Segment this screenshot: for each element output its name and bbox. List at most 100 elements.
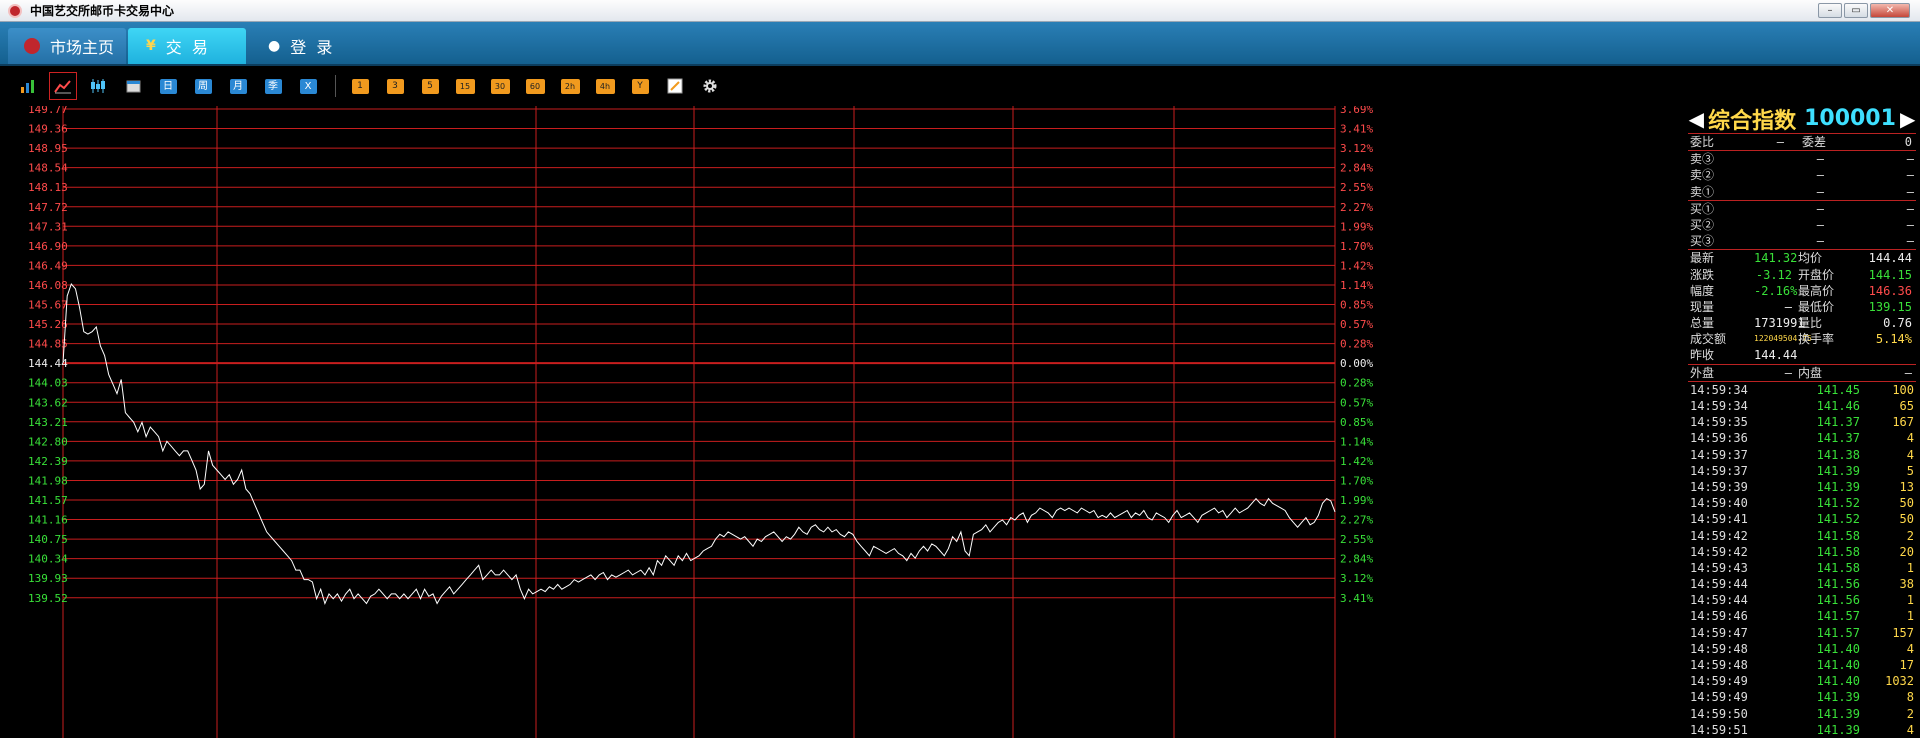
y-right-tick-label: 3.12% [1340,572,1373,585]
tick-row: 14:59:46 141.57 1 [1688,608,1916,624]
y-left-tick-label: 139.52 [28,592,68,605]
tab-trade[interactable]: ¥ 交 易 [128,28,246,64]
calendar-button[interactable] [119,72,147,100]
line-chart-button[interactable] [49,72,77,100]
webi-value: — [1776,135,1784,149]
tick-price: 141.52 [1816,496,1860,511]
stat-label [1792,347,1862,363]
tick-row: 14:59:48 141.40 4 [1688,641,1916,657]
tick-volume: 157 [1892,625,1914,640]
period-quarter-label: 季 [264,78,282,94]
tick-time: 14:59:44 [1690,577,1748,592]
prev-symbol-button[interactable]: ◀ [1689,107,1704,131]
y-left-tick-label: 146.08 [28,279,68,292]
y-left-tick-label: 149.77 [28,106,68,116]
year-button[interactable]: Y [626,72,654,100]
panel-header: ◀ 综合指数 100001 ▶ [1688,104,1916,134]
intraday-chart[interactable]: 149.77 3.69% 149.36 3.41% 148.95 3.12% 148.54 2… [8,106,1685,738]
period-day-button[interactable]: 日 [154,72,182,100]
minute-30-button[interactable]: 30 [486,72,514,100]
home-logo-icon [24,38,40,54]
tick-price: 141.38 [1816,447,1860,462]
chart-canvas: 149.77 3.69% 149.36 3.41% 148.95 3.12% 148.54 2… [28,106,1373,738]
tick-price: 141.39 [1816,690,1860,705]
tick-time: 14:59:50 [1690,706,1748,721]
stat-row: 幅度 -2.16% 最高价 146.36 [1688,283,1916,299]
stat-value: 5.14% [1875,332,1912,347]
candlestick-button[interactable] [84,72,112,100]
minute-30-label: 30 [490,78,510,94]
stat-label: 换手率 [1798,332,1835,347]
tick-list[interactable]: 14:59:34 141.45 100 14:59:34 141.46 65 14:59:3… [1688,382,1916,738]
tick-volume: 65 [1899,399,1914,413]
order-volume: — [1906,168,1914,183]
order-volume: — [1906,184,1914,199]
tick-row: 14:59:42 141.58 20 [1688,544,1916,560]
order-price: — [1816,201,1824,216]
sell-order-row: 卖② — — [1688,167,1916,183]
close-button[interactable]: ✕ [1870,3,1910,18]
tick-volume: 1 [1906,560,1914,575]
neipan-label: 内盘 [1798,365,1823,380]
draw-tool-button[interactable] [661,72,689,100]
stat-value: -3.12 [1755,267,1792,282]
y-left-tick-label: 148.95 [28,142,68,155]
y-right-tick-label: 0.85% [1340,416,1373,429]
settings-button[interactable] [696,72,724,100]
minute-15-button[interactable]: 15 [451,72,479,100]
order-price: — [1816,152,1824,167]
minimize-button[interactable]: – [1818,3,1842,18]
y-left-tick-label: 141.98 [28,474,68,487]
y-right-tick-label: 0.57% [1340,396,1373,409]
minute-60-button[interactable]: 60 [521,72,549,100]
neipan-value: — [1904,365,1912,380]
tick-time: 14:59:37 [1690,463,1748,478]
order-volume: — [1906,201,1914,216]
tick-price: 141.40 [1816,674,1860,689]
minute-5-label: 5 [421,78,439,94]
y-right-tick-label: 1.99% [1340,220,1373,233]
tick-row: 14:59:44 141.56 1 [1688,592,1916,608]
quote-panel: ◀ 综合指数 100001 ▶ 委比 — 委差 0 卖③ — — 卖② — — 卖① — — 买… [1688,104,1916,738]
period-x-button[interactable]: X [294,72,322,100]
y-right-tick-label: 1.14% [1340,279,1373,292]
gear-icon [703,79,717,93]
minute-5-button[interactable]: 5 [416,72,444,100]
tab-market-home[interactable]: 市场主页 [8,28,126,64]
tick-price: 141.39 [1816,706,1860,721]
minute-1-button[interactable]: 1 [346,72,374,100]
tab-trade-label: 交 易 [165,38,208,57]
stat-value: 122049504.75 [1754,334,1812,344]
tick-volume: 13 [1899,479,1914,494]
hour-2-button[interactable]: 2h [556,72,584,100]
period-month-button[interactable]: 月 [224,72,252,100]
tick-price: 141.57 [1816,609,1860,624]
tick-time: 14:59:48 [1690,658,1748,672]
tick-price: 141.39 [1816,479,1860,494]
calendar-icon [126,80,140,93]
tick-row: 14:59:51 141.39 4 [1688,722,1916,738]
tick-price: 141.40 [1816,658,1860,672]
tab-login[interactable]: ● 登 录 [260,28,360,64]
stat-label: 量比 [1798,316,1823,331]
hour-4-button[interactable]: 4h [591,72,619,100]
stat-value: 0.76 [1883,316,1912,331]
tick-time: 14:59:42 [1690,528,1748,543]
stat-value [1862,347,1912,363]
minute-60-label: 60 [525,78,545,94]
y-right-tick-label: 1.99% [1340,494,1373,507]
minute-3-button[interactable]: 3 [381,72,409,100]
order-level-label: 买② [1690,217,1715,232]
sell-order-row: 卖③ — — [1688,151,1916,167]
tick-volume: 4 [1906,722,1914,737]
tick-volume: 5 [1906,463,1914,478]
maximize-button[interactable]: ▭ [1844,3,1868,18]
next-symbol-button[interactable]: ▶ [1900,107,1915,131]
tick-price: 141.58 [1816,528,1860,543]
y-right-tick-label: 2.27% [1340,201,1373,214]
order-ratio-row: 委比 — 委差 0 [1688,134,1916,150]
bar-chart-button[interactable] [14,72,42,100]
period-quarter-button[interactable]: 季 [259,72,287,100]
tick-price: 141.58 [1816,544,1860,559]
period-week-button[interactable]: 周 [189,72,217,100]
